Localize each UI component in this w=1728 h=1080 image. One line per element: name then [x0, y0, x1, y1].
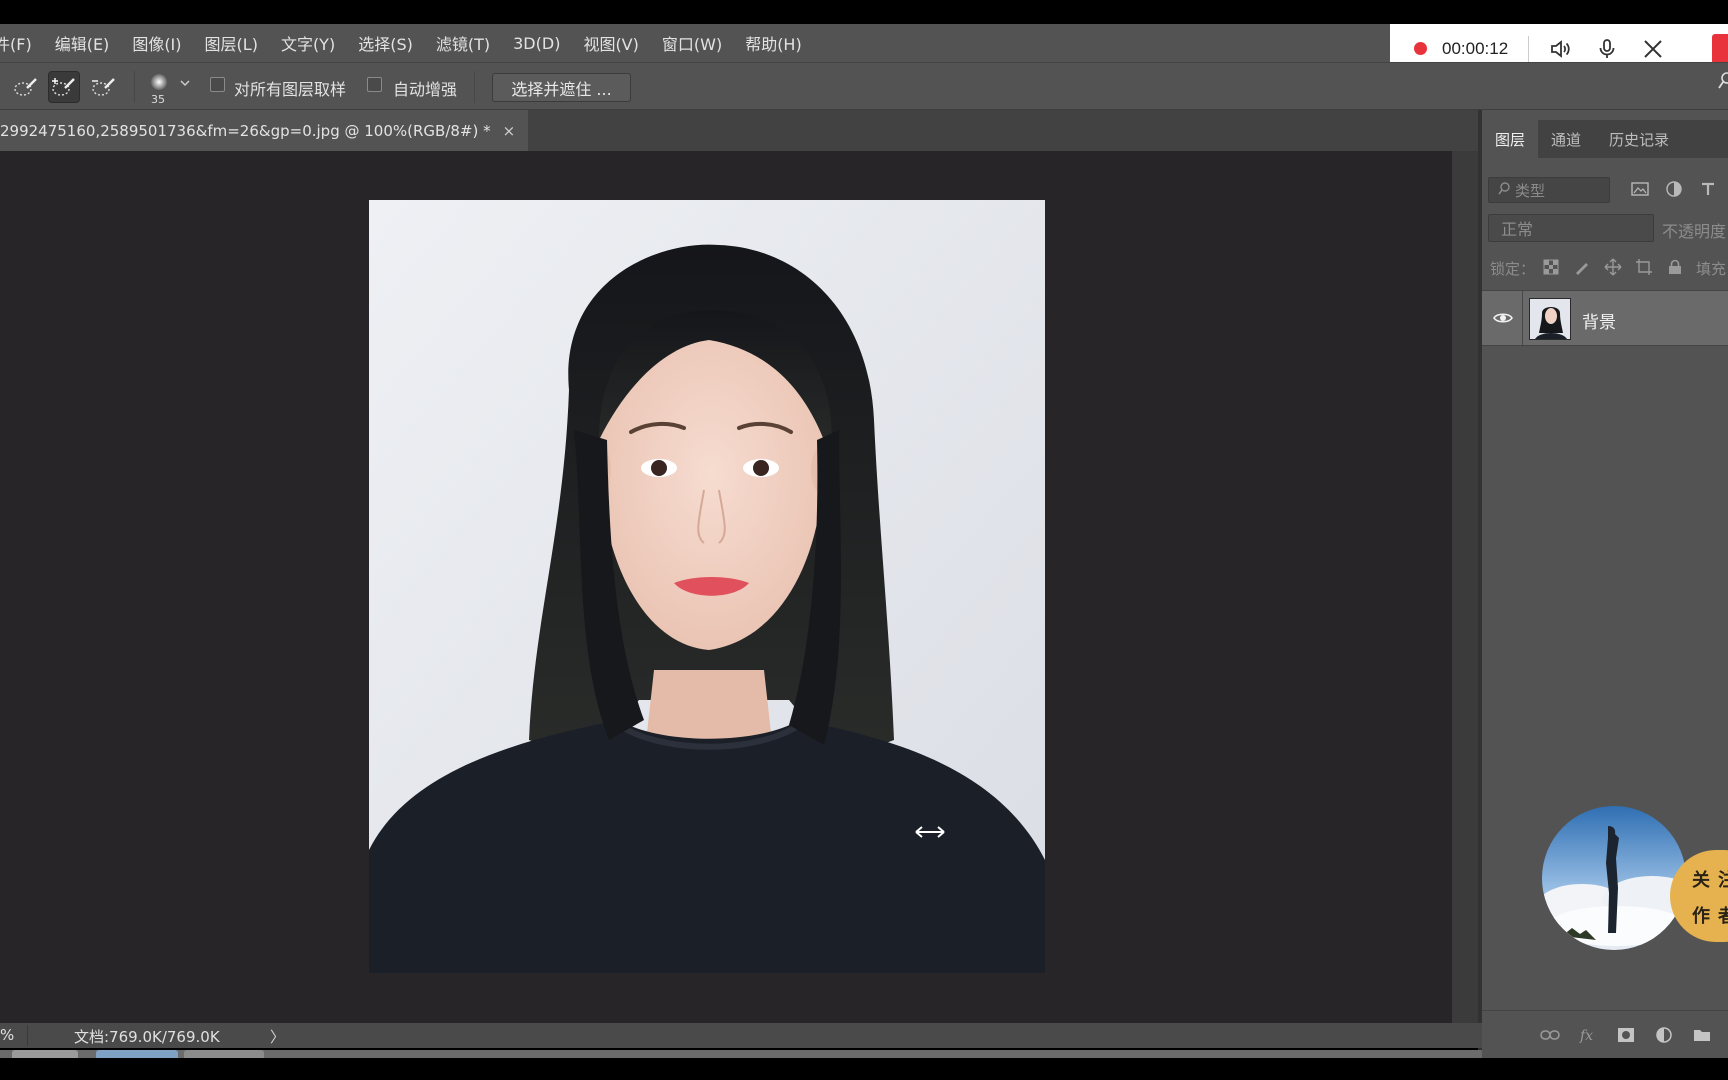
menu-image[interactable]: 图像(I) [132, 31, 181, 55]
recorder-divider [1528, 35, 1530, 62]
adjustment-layer-icon[interactable] [1652, 1024, 1676, 1046]
layer-row[interactable]: 背景 [1482, 290, 1728, 347]
options-divider [474, 71, 475, 103]
taskbar-thumbnail[interactable] [96, 1050, 178, 1058]
menu-select[interactable]: 选择(S) [358, 31, 413, 55]
resize-cursor-icon [914, 822, 946, 842]
brush-preset-icon[interactable] [148, 71, 170, 93]
layer-filter-select[interactable]: 类型 [1488, 177, 1610, 203]
menu-file[interactable]: 件(F) [0, 31, 32, 55]
lock-transparent-pixels-icon[interactable] [1540, 256, 1562, 278]
vertical-scrollbar[interactable] [1452, 151, 1478, 1023]
sample-all-layers-label: 对所有图层取样 [234, 80, 347, 99]
options-bar: 35 对所有图层取样 自动增强 选择并遮住 ... [0, 62, 1728, 110]
fx-icon[interactable]: fx [1576, 1024, 1600, 1046]
panel-tabs: 图层 通道 历史记录 [1482, 120, 1728, 158]
add-to-selection-brush-icon[interactable] [48, 71, 80, 103]
author-avatar[interactable] [1542, 806, 1686, 950]
close-document-icon[interactable]: × [503, 122, 516, 140]
layer-name[interactable]: 背景 [1582, 308, 1616, 333]
lock-position-icon[interactable] [1602, 256, 1624, 278]
folder-icon[interactable] [1690, 1024, 1714, 1046]
layer-visibility-column-divider [1522, 291, 1523, 347]
lock-image-pixels-icon[interactable] [1571, 256, 1593, 278]
menu-type[interactable]: 文字(Y) [281, 31, 335, 55]
menu-layer[interactable]: 图层(L) [205, 31, 258, 55]
auto-enhance-checkbox[interactable] [367, 77, 382, 92]
recording-dot-icon [1414, 42, 1427, 55]
close-icon[interactable] [1639, 35, 1667, 63]
menu-window[interactable]: 窗口(W) [662, 31, 722, 55]
follow-char: 者 [1718, 906, 1728, 927]
opacity-label: 不透明度 [1662, 222, 1727, 241]
menu-view[interactable]: 视图(V) [583, 31, 638, 55]
tab-history[interactable]: 历史记录 [1594, 120, 1684, 158]
new-selection-brush-icon[interactable] [10, 71, 42, 103]
document-tab-bar: 2992475160,2589501736&fm=26&gp=0.jpg @ 1… [0, 110, 1480, 151]
layer-filter-label: 类型 [1515, 181, 1546, 200]
menu-help[interactable]: 帮助(H) [745, 31, 802, 55]
lock-all-icon[interactable] [1664, 256, 1686, 278]
lock-icons [1540, 256, 1686, 278]
text-filter-icon[interactable] [1696, 177, 1720, 201]
adjustment-filter-icon[interactable] [1662, 177, 1686, 201]
stop-recording-button[interactable] [1712, 34, 1728, 64]
follow-char: 关 [1692, 870, 1710, 891]
speaker-icon[interactable] [1547, 35, 1575, 63]
status-divider [27, 1025, 28, 1046]
menu-edit[interactable]: 编辑(E) [55, 31, 110, 55]
layer-thumbnail [1529, 298, 1571, 340]
select-and-mask-button[interactable]: 选择并遮住 ... [492, 73, 631, 102]
document-tab[interactable]: 2992475160,2589501736&fm=26&gp=0.jpg @ 1… [0, 110, 528, 151]
microphone-icon[interactable] [1593, 35, 1621, 63]
menu-filter[interactable]: 滤镜(T) [436, 31, 490, 55]
status-menu-arrow-icon[interactable]: 〉 [270, 1026, 285, 1047]
lock-label: 锁定： [1490, 260, 1536, 278]
brush-size-value: 35 [151, 93, 165, 106]
add-mask-icon[interactable] [1614, 1024, 1638, 1046]
document-title: 2992475160,2589501736&fm=26&gp=0.jpg @ 1… [0, 121, 491, 140]
chevron-down-icon[interactable] [178, 75, 192, 94]
document-image[interactable] [369, 200, 1045, 973]
zoom-level[interactable]: % [0, 1026, 14, 1044]
taskbar-thumbnail[interactable] [184, 1050, 264, 1058]
lock-artboard-icon[interactable] [1633, 256, 1655, 278]
follow-char: 作 [1692, 906, 1710, 927]
search-icon [1497, 181, 1511, 199]
menu-3d[interactable]: 3D(D) [513, 34, 560, 53]
svg-text:fx: fx [1579, 1028, 1593, 1043]
document-size-info: 文档:769.0K/769.0K [74, 1028, 220, 1046]
subtract-selection-brush-icon[interactable] [88, 71, 120, 103]
recording-timer: 00:00:12 [1442, 38, 1509, 58]
panel-footer: fx [1482, 1010, 1728, 1058]
status-bar: % 文档:769.0K/769.0K 〉 [0, 1023, 1482, 1048]
blend-mode-select[interactable]: 正常 [1488, 214, 1654, 242]
top-black-border [0, 0, 1728, 24]
options-divider [134, 71, 135, 103]
taskbar-thumbnail[interactable] [12, 1050, 78, 1058]
fill-label: 填充 [1696, 260, 1727, 278]
sample-all-layers-checkbox[interactable] [210, 77, 225, 92]
follow-char: 注 [1718, 870, 1728, 891]
bottom-black-border [0, 1058, 1728, 1080]
tab-layers[interactable]: 图层 [1482, 120, 1538, 158]
tab-channels[interactable]: 通道 [1538, 120, 1594, 158]
auto-enhance-label: 自动增强 [393, 80, 458, 99]
search-icon[interactable] [1718, 71, 1728, 95]
link-layers-icon[interactable] [1538, 1024, 1562, 1046]
filter-icons [1628, 177, 1720, 201]
image-filter-icon[interactable] [1628, 177, 1652, 201]
eye-icon[interactable] [1492, 307, 1514, 329]
